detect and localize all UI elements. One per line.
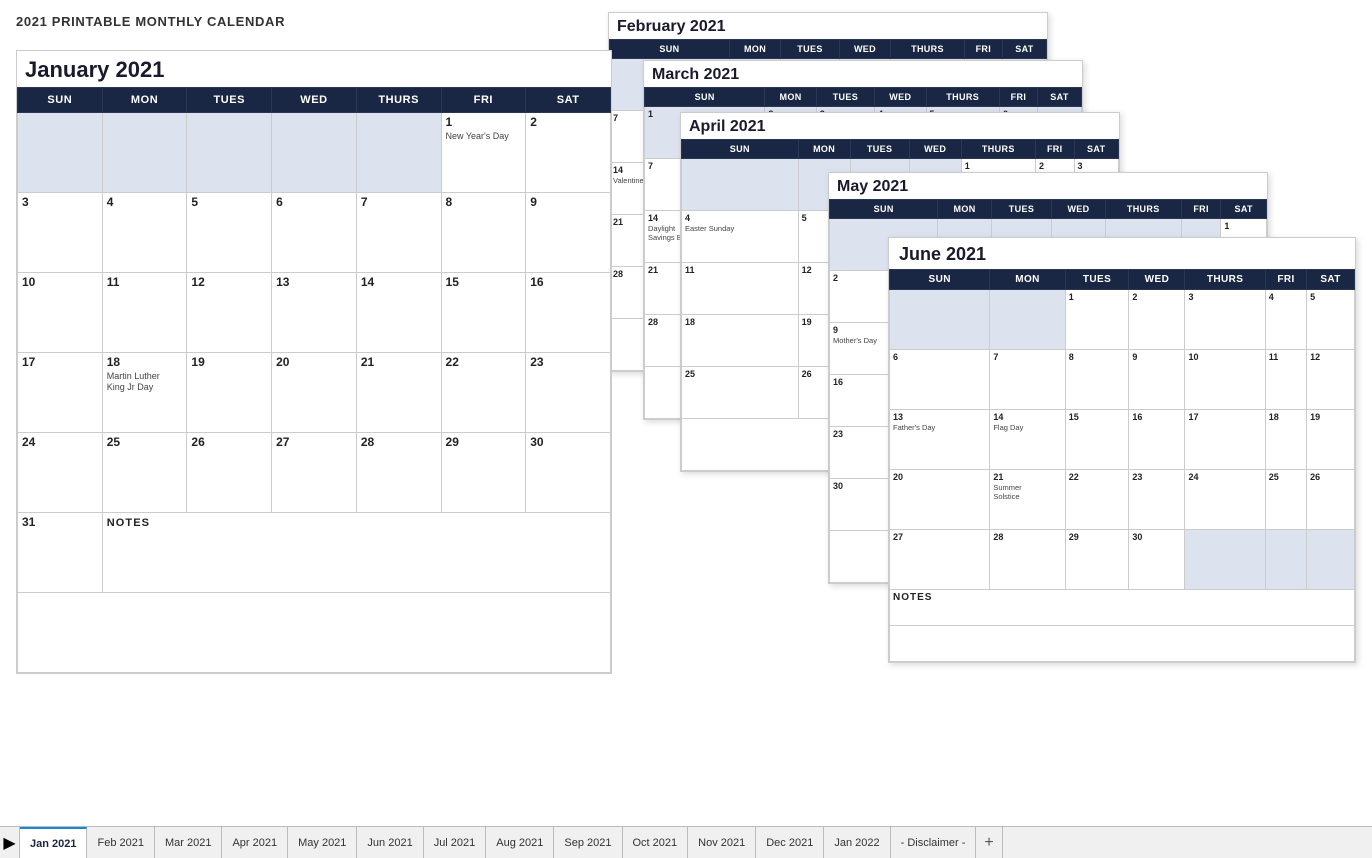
- january-calendar: January 2021 SUN MON TUES WED THURS FRI …: [16, 50, 612, 674]
- jun-title: June 2021: [889, 238, 1355, 269]
- feb-title: February 2021: [609, 13, 1047, 39]
- day-cell-10: 10: [18, 273, 103, 353]
- day-cell-1: 1 New Year's Day: [441, 113, 526, 193]
- tab-add[interactable]: +: [976, 827, 1002, 858]
- notes-row: [18, 593, 611, 673]
- day-cell-26: 26: [187, 433, 272, 513]
- day-cell-29: 29: [441, 433, 526, 513]
- day-cell-23: 23: [526, 353, 611, 433]
- col-sat: SAT: [526, 88, 611, 113]
- may-title: May 2021: [829, 173, 1267, 199]
- day-cell-25: 25: [102, 433, 187, 513]
- tab-disclaimer[interactable]: - Disclaimer -: [891, 827, 977, 858]
- day-cell-13: 13: [272, 273, 357, 353]
- day-cell-7: 7: [356, 193, 441, 273]
- empty-cell: [18, 113, 103, 193]
- empty-cell: [102, 113, 187, 193]
- table-row: 31 NOTES: [18, 513, 611, 593]
- day-cell-22: 22: [441, 353, 526, 433]
- tab-scroll-left[interactable]: ▶: [0, 827, 20, 858]
- tab-jan2021[interactable]: Jan 2021: [20, 827, 87, 858]
- tab-jun2021[interactable]: Jun 2021: [357, 827, 423, 858]
- col-fri: FRI: [441, 88, 526, 113]
- day-cell-24: 24: [18, 433, 103, 513]
- col-mon: MON: [102, 88, 187, 113]
- day-cell-6: 6: [272, 193, 357, 273]
- day-cell-4: 4: [102, 193, 187, 273]
- day-cell-14: 14: [356, 273, 441, 353]
- main-content: 2021 PRINTABLE MONTHLY CALENDAR January …: [0, 0, 1372, 826]
- day-cell-5: 5: [187, 193, 272, 273]
- day-cell-8: 8: [441, 193, 526, 273]
- day-cell-16: 16: [526, 273, 611, 353]
- day-cell-19: 19: [187, 353, 272, 433]
- day-cell-11: 11: [102, 273, 187, 353]
- tab-dec2021[interactable]: Dec 2021: [756, 827, 824, 858]
- january-title: January 2021: [17, 51, 611, 87]
- day-cell-3: 3: [18, 193, 103, 273]
- notes-row: NOTES: [890, 590, 1355, 626]
- empty-cell: [187, 113, 272, 193]
- day-cell-27: 27: [272, 433, 357, 513]
- table-row: 20 21SummerSolstice 22 23 24 25 26: [890, 470, 1355, 530]
- tab-nov2021[interactable]: Nov 2021: [688, 827, 756, 858]
- table-row: 24 25 26 27 28 29 30: [18, 433, 611, 513]
- day-cell-12: 12: [187, 273, 272, 353]
- table-row: 6 7 8 9 10 11 12: [890, 350, 1355, 410]
- notes-cell: NOTES: [102, 513, 610, 593]
- tab-bar: ▶ Jan 2021 Feb 2021 Mar 2021 Apr 2021 Ma…: [0, 826, 1372, 858]
- day-cell-2: 2: [526, 113, 611, 193]
- table-row: 1 2 3 4 5: [890, 290, 1355, 350]
- tab-aug2021[interactable]: Aug 2021: [486, 827, 554, 858]
- day-cell-18: 18 Martin LutherKing Jr Day: [102, 353, 187, 433]
- mar-title: March 2021: [644, 61, 1082, 87]
- col-wed: WED: [272, 88, 357, 113]
- col-thu: THURS: [356, 88, 441, 113]
- tab-apr2021[interactable]: Apr 2021: [222, 827, 288, 858]
- table-row: 13Father's Day 14Flag Day 15 16 17 18 19: [890, 410, 1355, 470]
- day-cell-30: 30: [526, 433, 611, 513]
- day-cell-20: 20: [272, 353, 357, 433]
- day-cell-17: 17: [18, 353, 103, 433]
- day-cell-28: 28: [356, 433, 441, 513]
- apr-title: April 2021: [681, 113, 1119, 139]
- col-tue: TUES: [187, 88, 272, 113]
- tab-oct2021[interactable]: Oct 2021: [623, 827, 689, 858]
- day-cell-21: 21: [356, 353, 441, 433]
- tab-may2021[interactable]: May 2021: [288, 827, 357, 858]
- tab-feb2021[interactable]: Feb 2021: [87, 827, 154, 858]
- tab-mar2021[interactable]: Mar 2021: [155, 827, 222, 858]
- table-row: 10 11 12 13 14 15 16: [18, 273, 611, 353]
- table-row: 17 18 Martin LutherKing Jr Day 19 20 21 …: [18, 353, 611, 433]
- notes-area: [890, 626, 1355, 662]
- table-row: 3 4 5 6 7 8 9: [18, 193, 611, 273]
- day-cell-9: 9: [526, 193, 611, 273]
- empty-cell: [272, 113, 357, 193]
- tab-jan2022[interactable]: Jan 2022: [824, 827, 890, 858]
- day-cell-31: 31: [18, 513, 103, 593]
- table-row: 27 28 29 30: [890, 530, 1355, 590]
- col-sun: SUN: [18, 88, 103, 113]
- tab-jul2021[interactable]: Jul 2021: [424, 827, 487, 858]
- table-row: 1 New Year's Day 2: [18, 113, 611, 193]
- january-grid: SUN MON TUES WED THURS FRI SAT: [17, 87, 611, 673]
- notes-area: [18, 593, 611, 673]
- tab-sep2021[interactable]: Sep 2021: [554, 827, 622, 858]
- day-cell-15: 15: [441, 273, 526, 353]
- empty-cell: [356, 113, 441, 193]
- june-calendar: June 2021 SUN MON TUES WED THURS FRI SAT…: [888, 237, 1356, 663]
